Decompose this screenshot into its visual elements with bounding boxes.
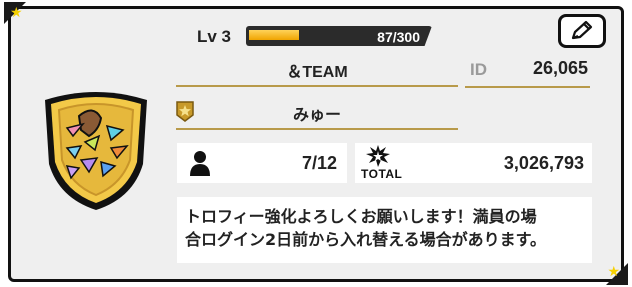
total-label: TOTAL (361, 167, 403, 181)
members-count: 7/12 (301, 153, 337, 173)
xp-progress-bar: 87/300 (246, 26, 432, 46)
team-name: ＆TEAM (176, 55, 458, 87)
burst-icon (366, 145, 390, 167)
person-icon (190, 151, 210, 176)
star-icon-top-left: ★ (10, 5, 23, 21)
player-name: みゅー (176, 98, 458, 130)
team-emblem-icon (45, 92, 147, 210)
members-box: 7/12 (177, 143, 347, 183)
xp-progress-fill (249, 30, 299, 40)
total-box: TOTAL 3,026,793 (355, 143, 592, 183)
team-message: トロフィー強化よろしくお願いします！満員の場 合ログイン2日前から入れ替える場合… (185, 207, 547, 249)
pencil-icon (571, 20, 593, 40)
id-value: 26,065 (532, 58, 588, 78)
edit-profile-button[interactable] (558, 14, 606, 48)
team-message-box: トロフィー強化よろしくお願いします！満員の場 合ログイン2日前から入れ替える場合… (177, 197, 592, 263)
level-label: Lv 3 (197, 27, 232, 46)
xp-text: 87/300 (377, 29, 420, 45)
total-value: 3,026,793 (503, 153, 584, 173)
profile-card-frame: ★ ★ Lv 3 87/300 ＆TEAM ID 26,065 みゅー 7/12… (0, 0, 632, 287)
star-icon-bottom-right: ★ (607, 264, 620, 280)
id-underline (465, 86, 590, 88)
